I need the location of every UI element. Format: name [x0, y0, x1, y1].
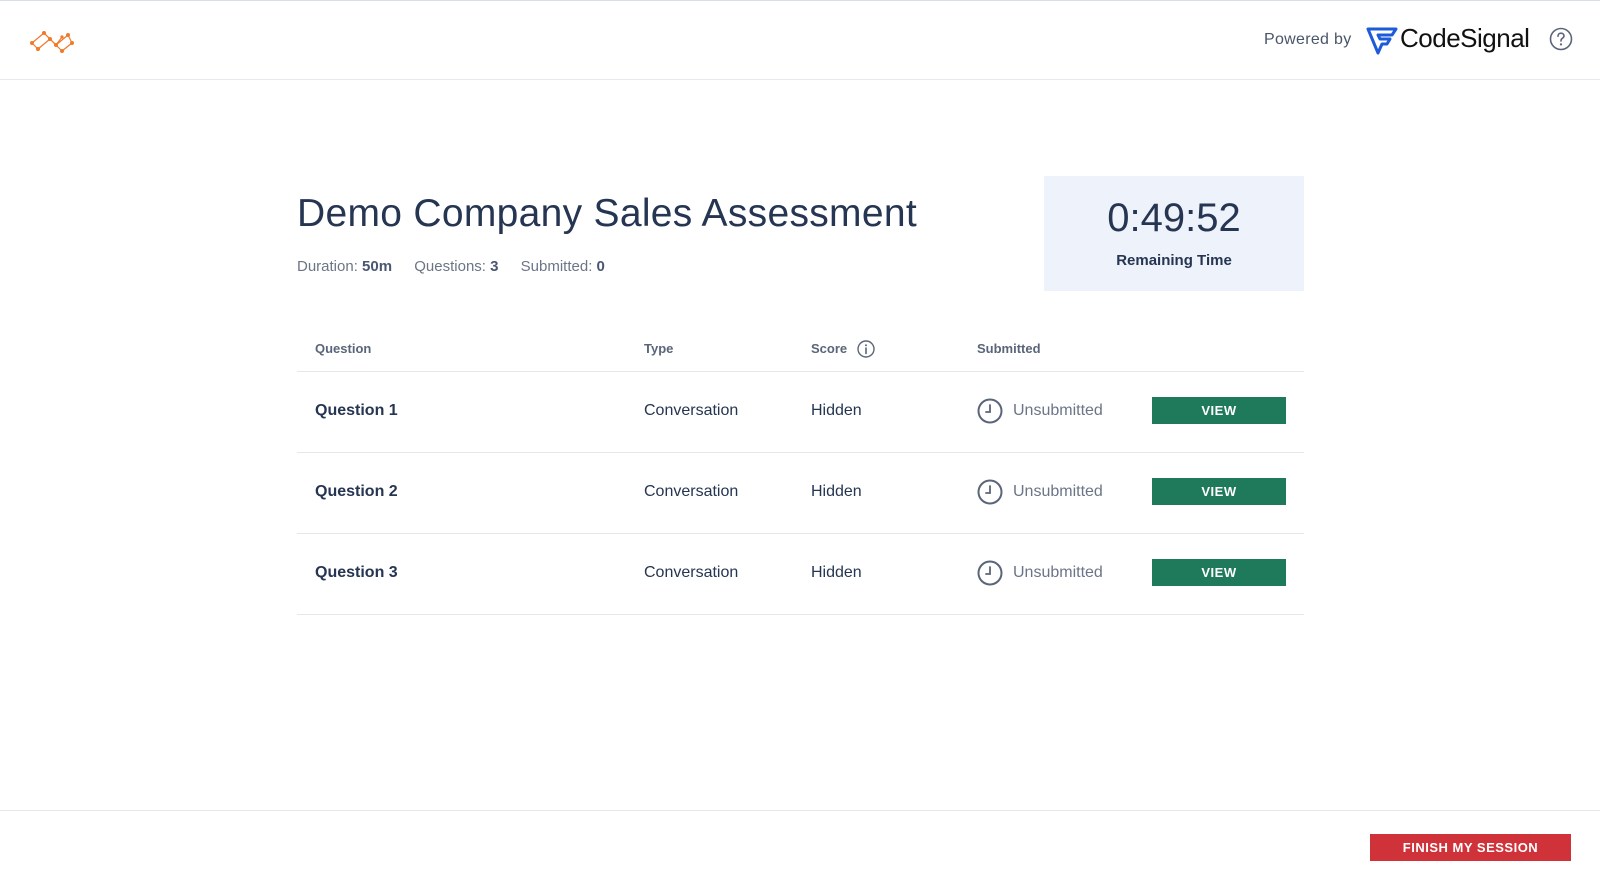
question-name: Question 2: [315, 483, 398, 500]
codesignal-mark-icon: [1366, 27, 1398, 55]
duration-value: 50m: [362, 258, 393, 275]
submission-status: Unsubmitted: [1013, 402, 1103, 419]
column-header-score: Score: [811, 341, 848, 356]
question-score: Hidden: [811, 564, 862, 581]
clock-icon: [977, 398, 1003, 424]
duration-label: Duration:: [297, 258, 358, 275]
submitted-value: 0: [596, 258, 605, 275]
question-type: Conversation: [644, 483, 739, 500]
footer-divider: [0, 810, 1600, 811]
submission-status: Unsubmitted: [1013, 564, 1103, 581]
column-header-submitted: Submitted: [977, 341, 1041, 356]
questions-value: 3: [490, 258, 499, 275]
remaining-time-value: 0:49:52: [1107, 196, 1241, 240]
question-circle-icon[interactable]: [1549, 27, 1573, 51]
clock-icon: [977, 479, 1003, 505]
view-question-button[interactable]: VIEW: [1152, 559, 1286, 586]
finish-session-button[interactable]: FINISH MY SESSION: [1370, 834, 1571, 861]
network-graph-logo-icon: [30, 31, 74, 53]
table-row: Question 3 Conversation Hidden Unsubmitt…: [297, 534, 1304, 615]
duration-info: Duration: 50m: [297, 258, 392, 275]
column-header-question: Question: [315, 341, 372, 356]
question-name: Question 1: [315, 402, 398, 419]
table-row: Question 2 Conversation Hidden Unsubmitt…: [297, 453, 1304, 534]
assessment-meta: Duration: 50m Questions: 3 Submitted: 0: [297, 258, 623, 275]
remaining-time-label: Remaining Time: [1116, 252, 1232, 269]
view-question-button[interactable]: VIEW: [1152, 397, 1286, 424]
table-header: Question Type Score Submitted: [297, 328, 1304, 372]
timer-panel: 0:49:52 Remaining Time: [1044, 176, 1304, 291]
submitted-label: Submitted:: [520, 258, 593, 275]
powered-by-label: Powered by: [1264, 31, 1352, 48]
question-type: Conversation: [644, 402, 739, 419]
assessment-title: Demo Company Sales Assessment: [297, 192, 917, 235]
question-score: Hidden: [811, 402, 862, 419]
column-header-type: Type: [644, 341, 674, 356]
submission-status: Unsubmitted: [1013, 483, 1103, 500]
view-question-button[interactable]: VIEW: [1152, 478, 1286, 505]
header-bar: Powered by CodeSignal: [0, 1, 1600, 80]
question-name: Question 3: [315, 564, 398, 581]
question-type: Conversation: [644, 564, 739, 581]
codesignal-brand: CodeSignal: [1400, 23, 1530, 53]
clock-icon: [977, 560, 1003, 586]
submitted-info: Submitted: 0: [521, 258, 605, 275]
questions-info: Questions: 3: [414, 258, 498, 275]
questions-label: Questions:: [414, 258, 486, 275]
info-icon[interactable]: [857, 340, 875, 358]
question-score: Hidden: [811, 483, 862, 500]
table-row: Question 1 Conversation Hidden Unsubmitt…: [297, 372, 1304, 453]
